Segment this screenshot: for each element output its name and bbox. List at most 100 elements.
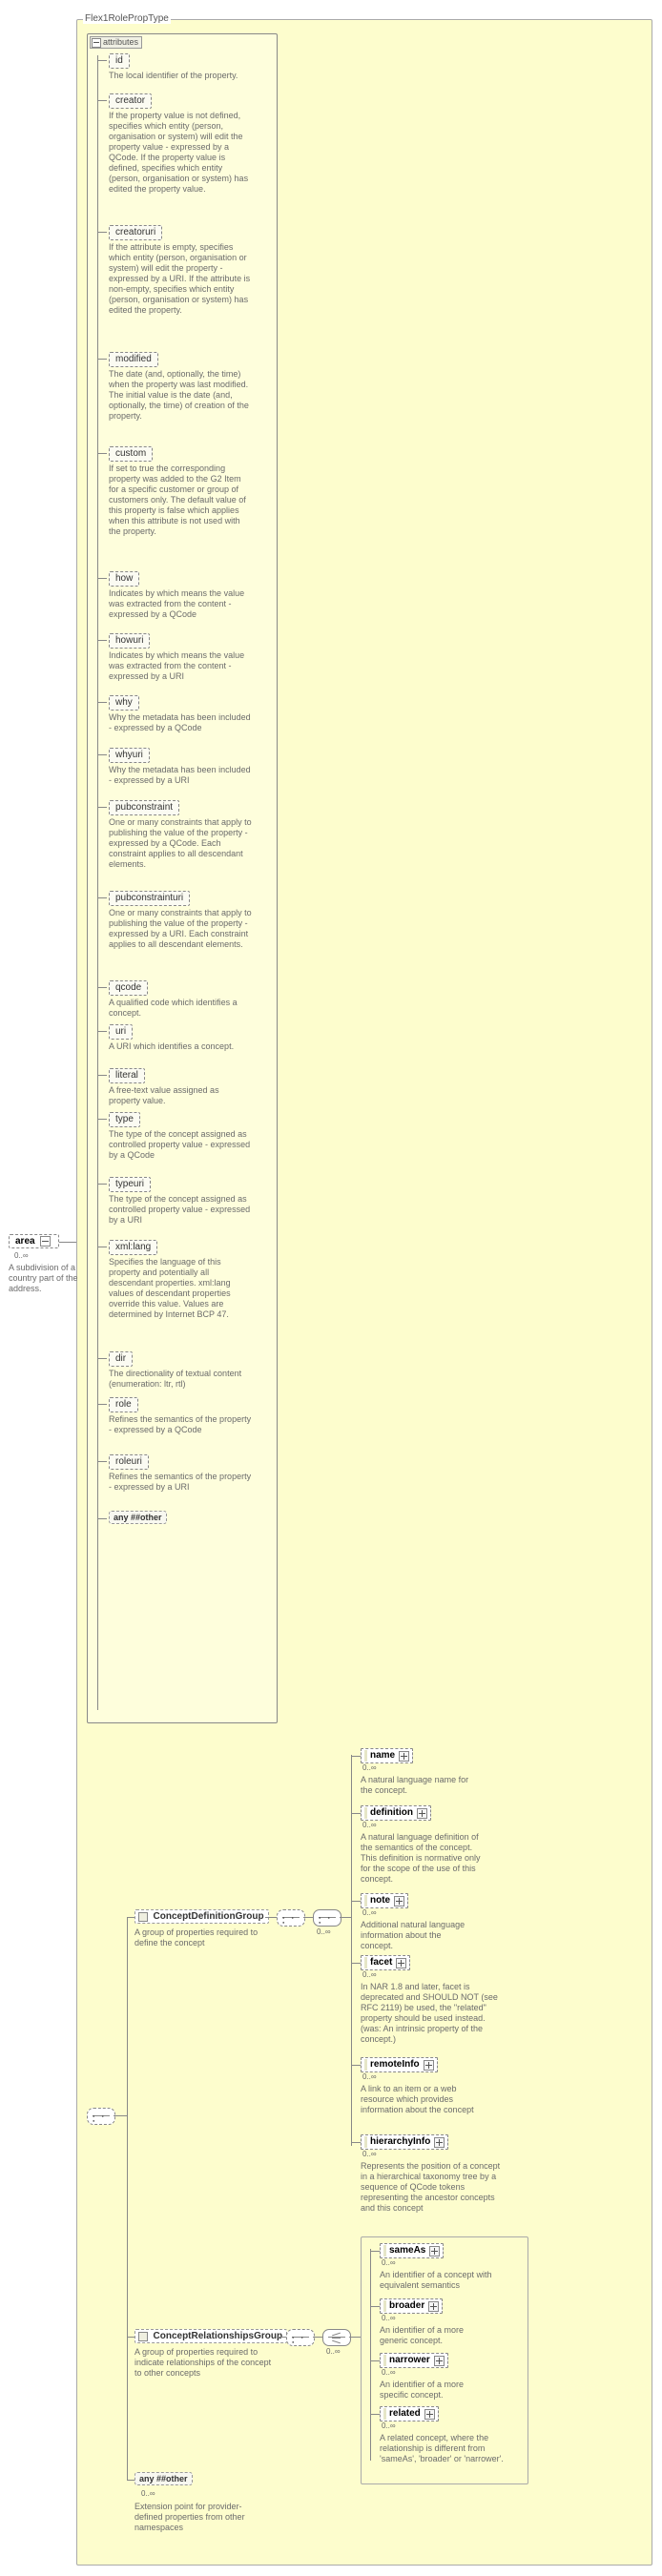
connector — [313, 2337, 322, 2338]
element-box[interactable]: note — [361, 1893, 408, 1908]
attr-label[interactable]: creatoruri — [109, 225, 162, 240]
elem-sameas: sameAs 0..∞ An identifier of a concept w… — [380, 2243, 521, 2291]
elem-label: name — [370, 1750, 395, 1762]
attr-label[interactable]: role — [109, 1397, 138, 1412]
attr-typeuri: typeuri The type of the concept assigned… — [109, 1177, 252, 1226]
attr-label[interactable]: qcode — [109, 980, 148, 996]
expand-icon[interactable] — [424, 2060, 434, 2071]
elem-label: remoteInfo — [370, 2059, 420, 2071]
attr-label[interactable]: type — [109, 1112, 140, 1127]
bottom-any[interactable]: any ##other — [134, 2472, 193, 2485]
expand-icon[interactable] — [394, 1896, 404, 1906]
attr-label[interactable]: custom — [109, 446, 153, 462]
attr-label[interactable]: pubconstraint — [109, 800, 179, 815]
attr-label[interactable]: uri — [109, 1024, 133, 1040]
attr-label[interactable]: literal — [109, 1068, 145, 1083]
connector — [349, 2337, 361, 2338]
sequence-gadget[interactable]: ● ● ● — [286, 2329, 315, 2346]
attr-label[interactable]: creator — [109, 93, 152, 109]
elem-desc: A link to an item or a web resource whic… — [361, 2084, 486, 2115]
attr-label[interactable]: why — [109, 695, 139, 711]
area-label: area — [15, 1236, 35, 1247]
attr-label[interactable]: typeuri — [109, 1177, 151, 1192]
element-box[interactable]: sameAs — [380, 2243, 444, 2258]
elem-desc: In NAR 1.8 and later, facet is deprecate… — [361, 1982, 502, 2045]
elem-occurrence: 0..∞ — [362, 1821, 377, 1829]
attr-label[interactable]: modified — [109, 352, 158, 367]
connector — [127, 1917, 128, 2480]
elem-label: narrower — [389, 2355, 430, 2366]
element-box[interactable]: definition — [361, 1805, 431, 1821]
attr-desc: The date (and, optionally, the time) whe… — [109, 369, 252, 422]
attr-label[interactable]: how — [109, 571, 139, 587]
concept-definition-group-desc: A group of properties required to define… — [134, 1927, 263, 1948]
expand-icon[interactable] — [434, 2356, 445, 2366]
elem-label: sameAs — [389, 2245, 425, 2257]
expand-icon[interactable] — [417, 1808, 427, 1819]
choice-gadget[interactable] — [322, 2329, 351, 2346]
attr-desc: If set to true the corresponding propert… — [109, 464, 252, 537]
attr-desc: One or many constraints that apply to pu… — [109, 817, 252, 870]
sequence-gadget[interactable]: ● ● ● — [277, 1909, 305, 1927]
attr-type: type The type of the concept assigned as… — [109, 1112, 252, 1161]
attr-label[interactable]: dir — [109, 1351, 133, 1367]
element-box[interactable]: hierarchyInfo — [361, 2134, 448, 2150]
attr-desc: Indicates by which means the value was e… — [109, 588, 252, 620]
attributes-header-box[interactable]: attributes — [90, 36, 142, 49]
attr-label[interactable]: pubconstrainturi — [109, 891, 190, 906]
attr-label[interactable]: roleuri — [109, 1454, 149, 1470]
element-box[interactable]: remoteInfo — [361, 2057, 438, 2072]
elem-label: related — [389, 2408, 421, 2420]
elem-desc: A natural language definition of the sem… — [361, 1832, 486, 1885]
expand-icon[interactable] — [40, 1236, 51, 1247]
element-box[interactable]: facet — [361, 1955, 410, 1970]
concept-relationships-group-desc: A group of properties required to indica… — [134, 2347, 278, 2379]
connector — [265, 1917, 277, 1918]
elem-narrower: narrower 0..∞ An identifier of a more sp… — [380, 2353, 521, 2401]
elem-label: broader — [389, 2300, 424, 2312]
expand-icon[interactable] — [428, 2301, 439, 2312]
expand-icon[interactable] — [424, 2409, 435, 2420]
area-occurrence: 0..∞ — [14, 1251, 29, 1260]
elem-label: definition — [370, 1807, 413, 1819]
sequence-gadget[interactable]: ● ● ● — [313, 1909, 341, 1927]
bottom-any-label: any ##other — [139, 2474, 188, 2483]
element-box[interactable]: broader — [380, 2298, 443, 2314]
expand-icon[interactable] — [429, 2246, 440, 2257]
attr-custom: custom If set to true the corresponding … — [109, 446, 252, 537]
collapse-icon[interactable] — [92, 38, 101, 48]
connector — [351, 1813, 361, 1814]
attr-creatoruri: creatoruri If the attribute is empty, sp… — [109, 225, 252, 316]
attr-howuri: howuri Indicates by which means the valu… — [109, 633, 252, 682]
element-box[interactable]: narrower — [380, 2353, 448, 2368]
attr-desc: Why the metadata has been included - exp… — [109, 765, 252, 786]
expand-icon[interactable] — [399, 1751, 409, 1762]
sequence-gadget[interactable]: ● ● ● — [87, 2108, 115, 2125]
area-element[interactable]: area — [9, 1234, 59, 1248]
attr-desc: A URI which identifies a concept. — [109, 1041, 252, 1052]
expand-icon[interactable] — [434, 2137, 445, 2148]
element-box[interactable]: name — [361, 1748, 413, 1763]
type-title: Flex1RolePropType — [83, 13, 171, 24]
elem-name: name 0..∞ A natural language name for th… — [361, 1748, 502, 1796]
connector — [351, 1756, 361, 1757]
elem-remoteinfo: remoteInfo 0..∞ A link to an item or a w… — [361, 2057, 502, 2115]
connector — [127, 2480, 134, 2481]
bottom-any-desc: Extension point for provider-defined pro… — [134, 2502, 268, 2533]
elem-desc: An identifier of a more generic concept. — [380, 2325, 494, 2346]
attr-any[interactable]: any ##other — [109, 1511, 167, 1524]
concept-relationships-group[interactable]: ConceptRelationshipsGroup — [134, 2329, 287, 2343]
attr-label[interactable]: howuri — [109, 633, 150, 649]
concept-definition-group[interactable]: ConceptDefinitionGroup — [134, 1909, 269, 1924]
attr-label[interactable]: whyuri — [109, 748, 150, 763]
elem-desc: An identifier of a more specific concept… — [380, 2380, 494, 2401]
attr-pubconstrainturi: pubconstrainturi One or many constraints… — [109, 891, 252, 950]
element-box[interactable]: related — [380, 2406, 439, 2421]
attr-label[interactable]: id — [109, 53, 130, 69]
expand-icon[interactable] — [396, 1958, 406, 1968]
elem-occurrence: 0..∞ — [362, 2072, 377, 2081]
attr-id: id The local identifier of the property. — [109, 53, 252, 81]
attr-label[interactable]: xml:lang — [109, 1240, 157, 1255]
elem-broader: broader 0..∞ An identifier of a more gen… — [380, 2298, 521, 2346]
connector — [370, 2414, 380, 2415]
